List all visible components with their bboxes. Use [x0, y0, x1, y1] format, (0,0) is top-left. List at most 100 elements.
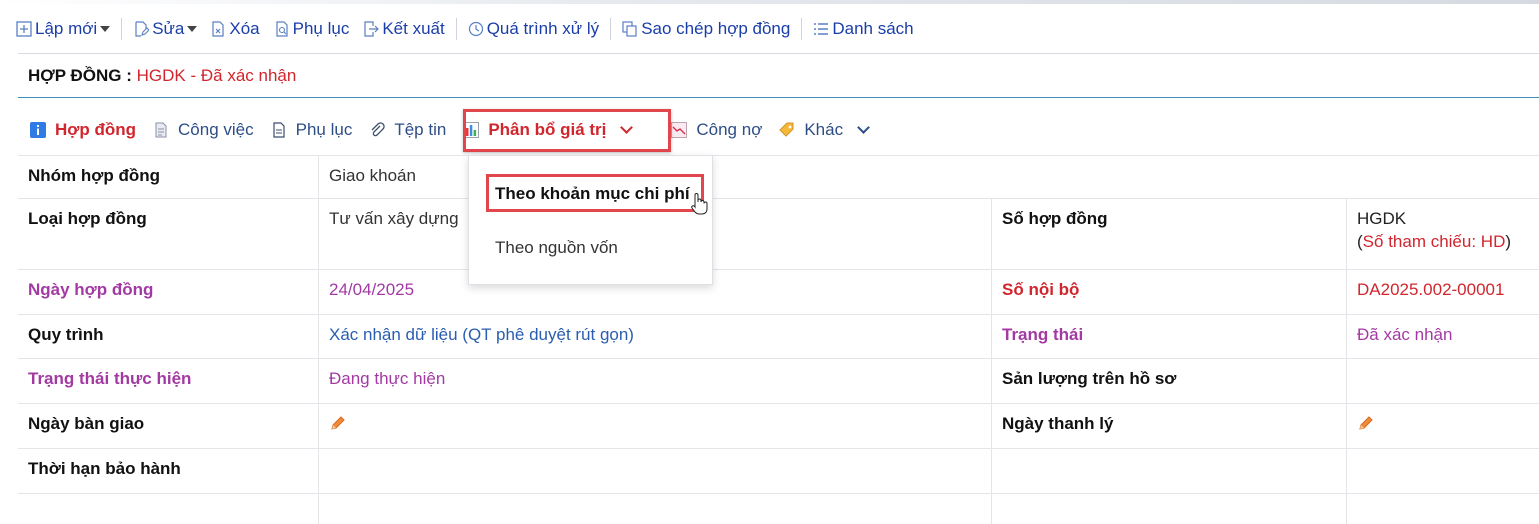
- tab-appendix[interactable]: Phụ lục: [271, 120, 353, 140]
- tab-debt[interactable]: Công nợ: [671, 120, 762, 140]
- caret-down-icon: [187, 26, 198, 32]
- process-history-button[interactable]: Quá trình xử lý: [468, 19, 599, 39]
- copy-contract-label: Sao chép hợp đồng: [641, 19, 791, 38]
- table-row: Ngày hợp đồng 24/04/2025 Số nội bộ DA202…: [18, 269, 1539, 314]
- empty-cell: [318, 494, 991, 524]
- export-button[interactable]: Kết xuất: [363, 19, 445, 39]
- delete-label: Xóa: [229, 19, 260, 38]
- document-icon: [155, 122, 167, 138]
- handover-date-cell: [318, 404, 991, 448]
- copy-icon: [622, 21, 637, 37]
- process-history-label: Quá trình xử lý: [486, 19, 600, 38]
- empty-cell: [1346, 449, 1539, 493]
- list-button[interactable]: Danh sách: [813, 19, 914, 39]
- page-title-label: HỢP ĐỒNG :: [28, 66, 137, 85]
- delete-button[interactable]: Xóa: [210, 19, 260, 39]
- new-button[interactable]: Lập mới: [16, 19, 111, 39]
- group-label: Nhóm hợp đồng: [28, 166, 160, 185]
- main-toolbar: Lập mới Sửa Xóa Phụ lục Kết xuất Quá trì…: [16, 14, 914, 44]
- type-label: Loại hợp đồng: [28, 209, 147, 228]
- tab-other-label: Khác: [804, 120, 844, 139]
- table-row: Nhóm hợp đồng Giao khoán: [18, 155, 1539, 198]
- tab-tasks-label: Công việc: [178, 120, 254, 139]
- export-label: Kết xuất: [382, 19, 445, 38]
- delete-file-icon: [212, 21, 224, 37]
- internal-number-label: Số nội bộ: [991, 270, 1346, 314]
- pencil-icon[interactable]: [329, 414, 347, 432]
- tab-contract[interactable]: Hợp đồng: [30, 120, 136, 140]
- edit-file-icon: [135, 21, 150, 37]
- tab-files[interactable]: Tệp tin: [369, 120, 446, 140]
- liquidation-date-cell: [1346, 404, 1539, 448]
- empty-cell: [991, 449, 1346, 493]
- header-divider-line: [18, 97, 1539, 98]
- info-icon: [30, 122, 46, 138]
- hand-pointer-icon: [691, 193, 708, 215]
- contract-number-label: Số hợp đồng: [991, 199, 1346, 269]
- chevron-down-icon: [857, 121, 870, 134]
- empty-cell: [1346, 494, 1539, 524]
- tag-icon: [779, 122, 794, 137]
- tab-bar: Hợp đồng Công việc Phụ lục Tệp tin Phân …: [30, 116, 885, 144]
- warranty-label: Thời hạn bảo hành: [28, 459, 181, 478]
- table-row: Quy trình Xác nhận dữ liệu (QT phê duyệt…: [18, 314, 1539, 358]
- status-label: Trạng thái: [991, 315, 1346, 358]
- value-allocation-highlight: [463, 109, 671, 152]
- tab-contract-label: Hợp đồng: [55, 120, 137, 139]
- toolbar-divider: [121, 18, 123, 40]
- warranty-value: [318, 449, 991, 493]
- process-label: Quy trình: [28, 325, 104, 344]
- table-row: Ngày bàn giao Ngày thanh lý: [18, 403, 1539, 448]
- table-row: [18, 493, 1539, 524]
- trend-chart-icon: [671, 122, 688, 138]
- toolbar-divider: [610, 18, 612, 40]
- reference-close-paren: ): [1505, 232, 1512, 251]
- contract-reference: (Số tham chiếu: HD): [1357, 232, 1529, 252]
- table-row: Thời hạn bảo hành: [18, 448, 1539, 493]
- empty-cell: [18, 494, 318, 524]
- pencil-icon[interactable]: [1357, 414, 1375, 432]
- exec-status-label: Trạng thái thực hiện: [28, 369, 192, 388]
- tab-appendix-label: Phụ lục: [295, 120, 353, 139]
- tab-files-label: Tệp tin: [394, 120, 447, 139]
- contract-status: HGDK - Đã xác nhận: [136, 66, 297, 85]
- tab-debt-label: Công nợ: [696, 120, 763, 139]
- list-icon: [814, 23, 829, 35]
- list-label: Danh sách: [832, 19, 914, 38]
- empty-cell: [991, 494, 1346, 524]
- reference-number: Số tham chiếu: HD: [1362, 232, 1506, 251]
- cost-item-highlight: [486, 174, 704, 212]
- toolbar-divider-line: [18, 53, 1539, 54]
- status-value: Đã xác nhận: [1346, 315, 1539, 358]
- export-icon: [364, 21, 380, 37]
- liquidation-date-label: Ngày thanh lý: [991, 404, 1346, 448]
- copy-contract-button[interactable]: Sao chép hợp đồng: [622, 19, 790, 39]
- output-label: Sản lượng trên hồ sơ: [991, 359, 1346, 403]
- paperclip-icon: [371, 122, 386, 137]
- caret-down-icon: [100, 26, 111, 32]
- exec-status-value: Đang thực hiện: [318, 359, 991, 403]
- new-label: Lập mới: [35, 19, 98, 38]
- table-row: Trạng thái thực hiện Đang thực hiện Sản …: [18, 358, 1539, 403]
- contract-date-label: Ngày hợp đồng: [28, 280, 154, 299]
- history-clock-icon: [468, 21, 483, 37]
- output-value: [1346, 359, 1539, 403]
- contract-number-value: HGDK: [1357, 209, 1407, 228]
- tab-other[interactable]: Khác: [779, 120, 870, 140]
- page-title: HỢP ĐỒNG : HGDK - Đã xác nhận: [28, 66, 296, 86]
- toolbar-divider: [455, 18, 457, 40]
- toolbar-divider: [801, 18, 803, 40]
- handover-date-label: Ngày bàn giao: [28, 414, 145, 433]
- file-icon: [273, 122, 285, 138]
- appendix-label: Phụ lục: [292, 19, 350, 38]
- tab-tasks[interactable]: Công việc: [153, 120, 254, 140]
- process-value: Xác nhận dữ liệu (QT phê duyệt rút gọn): [318, 315, 991, 358]
- table-row: Loại hợp đồng Tư vấn xây dựng Số hợp đồn…: [18, 198, 1539, 269]
- edit-button[interactable]: Sửa: [133, 19, 198, 39]
- internal-number-value: DA2025.002-00001: [1346, 270, 1539, 314]
- appendix-button[interactable]: Phụ lục: [274, 19, 350, 39]
- contract-details-grid: Nhóm hợp đồng Giao khoán Loại hợp đồng T…: [18, 155, 1539, 524]
- menu-item-by-funding-source[interactable]: Theo nguồn vốn: [495, 238, 618, 258]
- window-top-shade: [0, 0, 1539, 4]
- search-file-icon: [276, 21, 288, 37]
